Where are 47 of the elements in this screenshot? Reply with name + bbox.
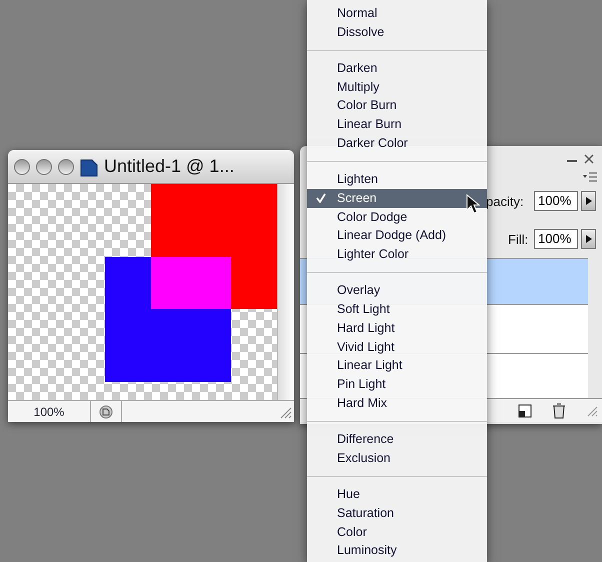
menu-item[interactable]: Darker Color (307, 134, 487, 153)
menu-item[interactable]: Lighten (307, 170, 487, 189)
fill-field[interactable]: 100% (534, 229, 578, 249)
menu-item[interactable]: Linear Light (307, 356, 487, 376)
menu-item[interactable]: Multiply (307, 78, 487, 96)
menu-item[interactable]: Darken (307, 59, 487, 78)
status-menu-icon[interactable] (99, 404, 113, 418)
menu-item[interactable]: Dissolve (307, 22, 487, 42)
menu-item[interactable]: Luminosity (307, 542, 487, 560)
menu-item[interactable]: Exclusion (307, 449, 487, 468)
new-layer-icon[interactable] (518, 404, 532, 418)
opacity-arrow-button[interactable] (581, 191, 596, 211)
menu-item[interactable]: Hue (307, 485, 487, 504)
opacity-field[interactable]: 100% (534, 191, 578, 211)
menu-item[interactable]: Linear Dodge (Add) (307, 226, 487, 246)
trash-icon[interactable] (552, 402, 566, 418)
checkmark-icon (316, 193, 326, 204)
menu-item[interactable]: Soft Light (307, 300, 487, 319)
menu-item[interactable]: Linear Burn (307, 115, 487, 134)
menu-item[interactable]: Color Burn (307, 96, 487, 116)
menu-item[interactable]: Vivid Light (307, 338, 487, 356)
menu-item[interactable]: Pin Light (307, 375, 487, 394)
window-title: Untitled-1 @ 1... (104, 155, 234, 178)
scrollbar[interactable] (277, 184, 294, 400)
resize-grip-icon[interactable] (586, 404, 598, 416)
fill-arrow-button[interactable] (581, 229, 596, 249)
triangle-icon (586, 235, 592, 243)
resize-grip-icon[interactable] (278, 404, 292, 418)
triangle-icon (586, 197, 592, 205)
close-button[interactable] (14, 158, 30, 174)
menu-item[interactable]: Difference (307, 430, 487, 449)
mouse-pointer-icon (466, 194, 480, 214)
close-icon[interactable] (584, 154, 594, 164)
menu-item[interactable]: Color (307, 522, 487, 542)
document-icon (80, 156, 98, 176)
menu-item[interactable]: Normal (307, 4, 487, 23)
menu-item[interactable]: Lighter Color (307, 245, 487, 264)
menu-item[interactable]: Screen (307, 189, 487, 208)
menu-item[interactable]: Hard Light (307, 319, 487, 338)
menu-item[interactable]: Saturation (307, 504, 487, 523)
menu-item[interactable]: Color Dodge (307, 208, 487, 226)
minimize-button[interactable] (36, 158, 52, 174)
panel-menu-icon[interactable] (583, 172, 597, 182)
menu-item[interactable]: Overlay (307, 282, 487, 300)
fill-label: Fill: (508, 231, 528, 249)
menu-item[interactable]: Hard Mix (307, 394, 487, 413)
zoom-button[interactable] (58, 158, 74, 174)
